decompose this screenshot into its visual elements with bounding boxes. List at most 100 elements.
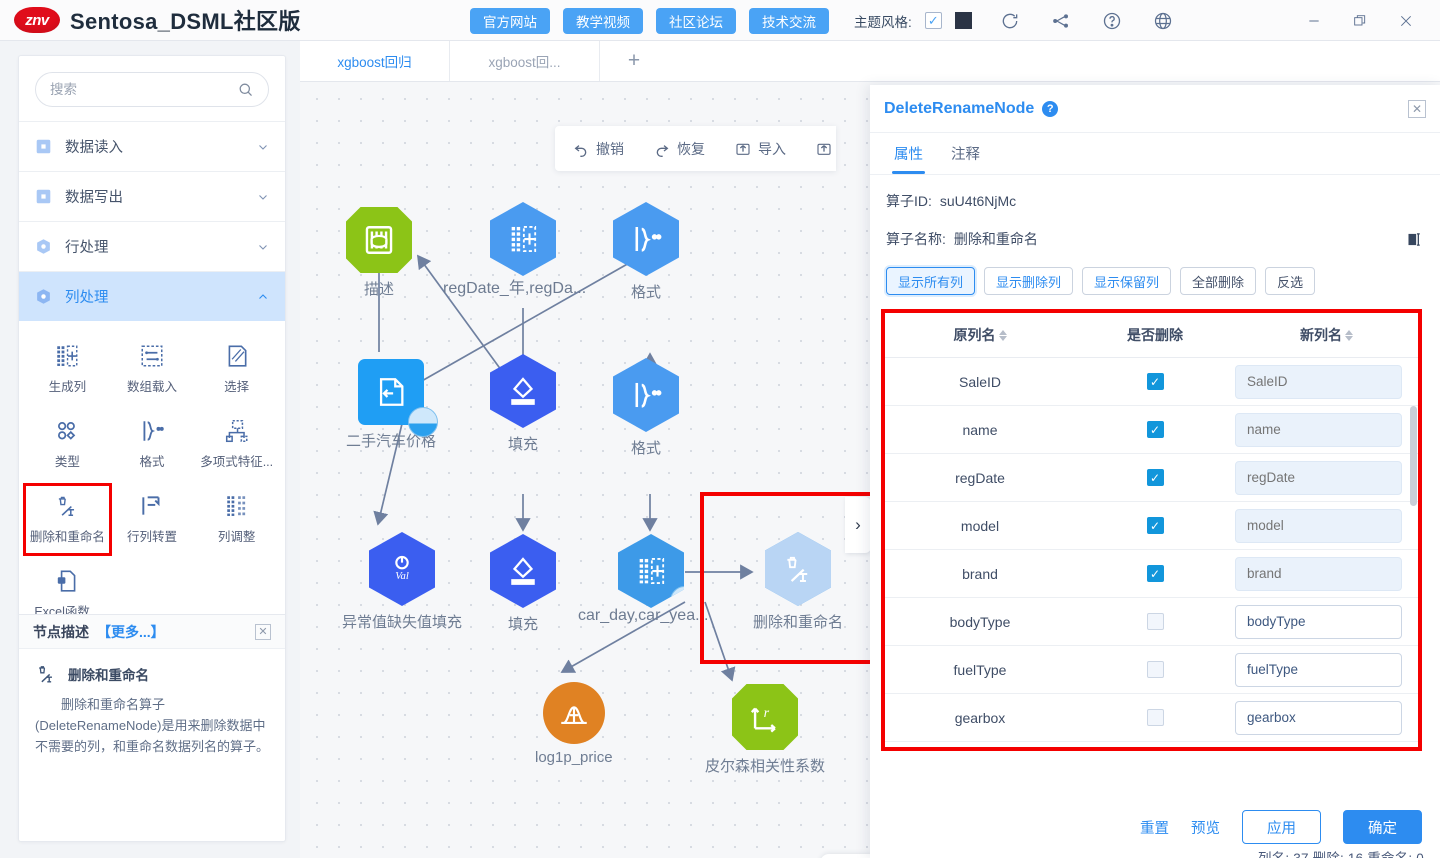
tab-annotation[interactable]: 注释 [937,133,994,174]
node-label: 异常值缺失值填充 [342,614,463,631]
globe-icon[interactable] [1153,11,1173,31]
preview-button[interactable]: 预览 [1191,817,1220,838]
node-description-close-icon[interactable]: ✕ [255,623,271,640]
header-original-name[interactable]: 原列名 [885,325,1075,345]
add-tab-button[interactable]: + [600,41,668,81]
new-name-input[interactable] [1235,556,1402,591]
nav-official-site-button[interactable]: 官方网站 [470,7,550,34]
operator-generate-column[interactable]: 生成列 [25,335,110,404]
new-name-cell [1235,652,1418,687]
delete-checkbox[interactable]: ✓ [1146,517,1164,534]
new-name-input[interactable] [1235,508,1402,543]
sort-icon[interactable] [1345,329,1353,341]
new-name-input[interactable] [1235,460,1402,495]
confirm-button[interactable]: 确定 [1343,810,1422,844]
reset-button[interactable]: 重置 [1140,817,1169,838]
export-button[interactable] [816,141,832,157]
operator-array-load[interactable]: 数组载入 [110,335,195,404]
operator-transpose[interactable]: 行列转置 [110,485,195,554]
import-button[interactable]: 导入 [735,139,786,159]
operator-label: 数组载入 [126,380,177,394]
rename-edit-icon[interactable] [1407,231,1424,248]
restore-icon[interactable] [1352,13,1368,29]
redo-button[interactable]: 恢复 [654,139,705,159]
delete-checkbox[interactable]: ✓ [1146,565,1164,582]
column-table: 原列名 是否删除 新列名 SaleID ✓ name ✓ regDate ✓ m… [881,309,1422,751]
operator-polynomial[interactable]: 多项式特征... [194,410,279,479]
operator-select[interactable]: 选择 [194,335,279,404]
header-new-name[interactable]: 新列名 [1235,325,1418,345]
sort-icon[interactable] [998,329,1007,341]
table-scrollbar[interactable] [1410,406,1417,506]
column-table-body[interactable]: SaleID ✓ name ✓ regDate ✓ model ✓ brand … [885,358,1418,747]
node-format-2[interactable]: 格式 [613,358,679,458]
panel-close-icon[interactable]: ✕ [1408,99,1426,118]
new-name-input[interactable] [1235,364,1402,399]
node-fill-1[interactable]: 填充 [490,354,556,454]
svg-text:Val: Val [395,571,409,582]
show-all-columns-button[interactable]: 显示所有列 [886,267,976,295]
minimize-icon[interactable] [1306,13,1322,29]
import-icon [736,143,750,155]
node-format-1[interactable]: 格式 [613,202,679,302]
new-name-input[interactable] [1235,412,1402,447]
nav-community-forum-button[interactable]: 社区论坛 [656,7,736,34]
tab-properties[interactable]: 属性 [880,133,937,174]
node-generate-column-regdate[interactable] [490,202,556,276]
canvas-expand-arrow-icon[interactable]: › [845,497,871,553]
apply-button[interactable]: 应用 [1242,810,1321,844]
delete-all-button[interactable]: 全部删除 [1180,267,1257,295]
help-icon[interactable]: ? [1042,100,1059,117]
node-fill-2[interactable]: 填充 [490,534,556,634]
node-delete-rename[interactable]: 删除和重命名 [753,532,843,632]
node-describe[interactable]: 描述 [346,207,412,299]
node-log1p-price[interactable]: log1p_price [535,682,613,766]
node-pearson-correlation[interactable]: r 皮尔森相关性系数 [705,684,825,776]
operator-type[interactable]: 类型 [25,410,110,479]
node-generate-column-carday[interactable] [618,534,684,608]
sidebar-category-data-read[interactable]: 数据读入 [19,122,285,171]
panel-title: DeleteRenameNode [884,99,1035,117]
node-label: log1p_price [535,749,613,766]
node-outlier-missing-fill[interactable]: Val 异常值缺失值填充 [342,532,462,632]
help-icon[interactable] [1102,11,1122,31]
node-label: 描述 [363,281,394,298]
new-name-input[interactable] [1235,652,1402,687]
theme-color-swatch[interactable] [954,12,972,29]
theme-checkbox[interactable]: ✓ [924,12,942,29]
node-description-more-link[interactable]: 【更多...】 [97,622,165,642]
nav-tech-exchange-button[interactable]: 技术交流 [749,7,829,34]
original-column-name: gearbox [954,709,1006,726]
undo-button[interactable]: 撤销 [573,139,624,159]
search-box[interactable] [35,72,269,107]
refresh-icon[interactable] [1000,11,1020,31]
close-icon[interactable] [1398,13,1414,29]
delete-checkbox[interactable]: ✓ [1146,421,1164,438]
delete-checkbox[interactable] [1146,661,1164,678]
search-input[interactable] [50,82,237,97]
invert-selection-button[interactable]: 反选 [1265,267,1316,295]
sidebar-category-row-processing[interactable]: 行处理 [19,222,285,271]
nav-tutorial-video-button[interactable]: 教学视频 [563,7,643,34]
tab-xgboost-regression-2[interactable]: xgboost回... [450,41,600,81]
operator-format[interactable]: 格式 [110,410,195,479]
sidebar-category-column-processing[interactable]: 列处理 [19,272,285,321]
chevron-down-icon [259,244,267,250]
share-nodes-icon[interactable] [1051,11,1071,31]
chart-icon [561,706,587,724]
transpose-icon [142,496,160,515]
sidebar-category-data-write[interactable]: 数据写出 [19,172,285,221]
show-kept-columns-button[interactable]: 显示保留列 [1082,267,1172,295]
new-name-input[interactable] [1235,604,1402,639]
delete-checkbox[interactable] [1146,709,1164,726]
delete-checkbox[interactable]: ✓ [1146,469,1164,486]
table-row: SaleID ✓ [885,358,1418,406]
operator-column-adjust[interactable]: 列调整 [194,485,279,554]
tab-xgboost-regression-1[interactable]: xgboost回归 [300,41,450,81]
new-name-input[interactable] [1235,700,1402,735]
delete-checkbox[interactable] [1146,613,1164,630]
delete-checkbox[interactable]: ✓ [1146,373,1164,390]
node-used-car-price[interactable]: 二手汽车价格 [346,359,438,451]
operator-delete-rename[interactable]: 删除和重命名 [23,483,112,556]
show-deleted-columns-button[interactable]: 显示删除列 [984,267,1074,295]
